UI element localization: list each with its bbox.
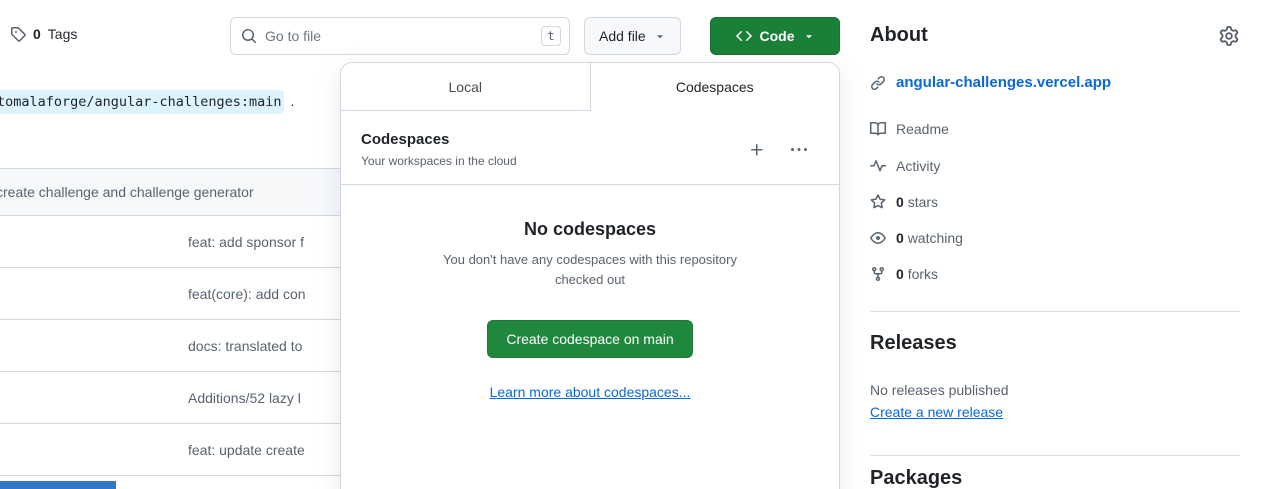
link-icon	[870, 75, 886, 91]
pulse-icon	[870, 158, 886, 174]
code-dropdown-tabs: Local Codespaces	[341, 63, 839, 111]
add-file-button[interactable]: Add file	[584, 17, 681, 55]
latest-commit-message: create challenge and challenge generator	[0, 184, 254, 200]
search-icon	[241, 28, 257, 44]
codespaces-options-button[interactable]	[787, 138, 811, 162]
readme-label: Readme	[896, 121, 949, 137]
watching-count: 0	[896, 230, 904, 246]
empty-state-description: You don't have any codespaces with this …	[430, 250, 750, 290]
packages-heading: Packages	[870, 467, 962, 489]
about-sidebar: About angular-challenges.vercel.app Read…	[870, 0, 1240, 489]
releases-heading: Releases	[870, 332, 957, 355]
codespaces-title: Codespaces	[361, 131, 517, 148]
tab-local[interactable]: Local	[341, 63, 591, 111]
commit-message-link[interactable]: feat(core): add con	[0, 286, 306, 302]
website-row: angular-challenges.vercel.app	[870, 74, 1111, 91]
empty-state-title: No codespaces	[341, 219, 839, 240]
code-button[interactable]: Code	[710, 17, 840, 55]
forks-count: 0	[896, 266, 904, 282]
codespaces-subtitle: Your workspaces in the cloud	[361, 154, 517, 168]
sidebar-item-activity[interactable]: Activity	[870, 158, 940, 174]
kebab-horizontal-icon	[791, 142, 807, 158]
sidebar-item-stars[interactable]: 0 stars	[870, 194, 938, 210]
chevron-down-icon	[654, 30, 666, 42]
tags-label: Tags	[48, 26, 78, 42]
activity-label: Activity	[896, 158, 940, 174]
tags-link[interactable]: 0 Tags	[10, 26, 77, 42]
chevron-down-icon	[803, 30, 815, 42]
stars-count: 0	[896, 194, 904, 210]
fork-icon	[870, 266, 886, 282]
sidebar-divider	[870, 455, 1240, 456]
sidebar-item-readme[interactable]: Readme	[870, 121, 949, 137]
sidebar-item-forks[interactable]: 0 forks	[870, 266, 938, 282]
codespaces-empty-state: No codespaces You don't have any codespa…	[341, 185, 839, 402]
go-to-file-search[interactable]: t	[230, 17, 570, 55]
commit-message-link[interactable]: feat: add sponsor f	[0, 234, 304, 250]
search-input[interactable]	[265, 28, 541, 44]
github-repo-page: 0 Tags t Add file Code tomalaforge/angul…	[0, 0, 1278, 489]
sidebar-divider	[870, 311, 1240, 312]
language-bar-segment	[0, 481, 116, 489]
branch-ref-text: tomalaforge/angular-challenges:main	[0, 90, 284, 114]
branch-reference-snippet: tomalaforge/angular-challenges:main.	[0, 94, 294, 110]
add-file-label: Add file	[599, 28, 646, 44]
commit-message-link[interactable]: Additions/52 lazy l	[0, 390, 301, 406]
tab-codespaces[interactable]: Codespaces	[591, 63, 840, 111]
codespaces-header: Codespaces Your workspaces in the cloud	[341, 111, 839, 185]
website-link[interactable]: angular-challenges.vercel.app	[896, 74, 1111, 91]
eye-icon	[870, 230, 886, 246]
commit-message-link[interactable]: docs: translated to	[0, 338, 302, 354]
tag-icon	[10, 26, 26, 42]
stars-label: stars	[908, 194, 938, 210]
watching-label: watching	[908, 230, 963, 246]
tags-count: 0	[33, 26, 41, 42]
about-heading: About	[870, 24, 928, 47]
code-icon	[736, 28, 752, 44]
keyboard-shortcut-badge: t	[541, 26, 561, 46]
book-icon	[870, 121, 886, 137]
releases-empty-text: No releases published	[870, 382, 1009, 398]
commit-message-link[interactable]: feat: update create	[0, 442, 305, 458]
sidebar-item-watching[interactable]: 0 watching	[870, 230, 963, 246]
code-button-label: Code	[760, 28, 795, 44]
create-release-link[interactable]: Create a new release	[870, 404, 1003, 420]
star-icon	[870, 194, 886, 210]
code-dropdown-panel: Local Codespaces Codespaces Your workspa…	[340, 62, 840, 489]
learn-more-link[interactable]: Learn more about codespaces...	[490, 384, 691, 400]
forks-label: forks	[908, 266, 938, 282]
create-codespace-button[interactable]: Create codespace on main	[487, 320, 692, 358]
plus-icon	[749, 142, 765, 158]
new-codespace-button[interactable]	[745, 138, 769, 162]
